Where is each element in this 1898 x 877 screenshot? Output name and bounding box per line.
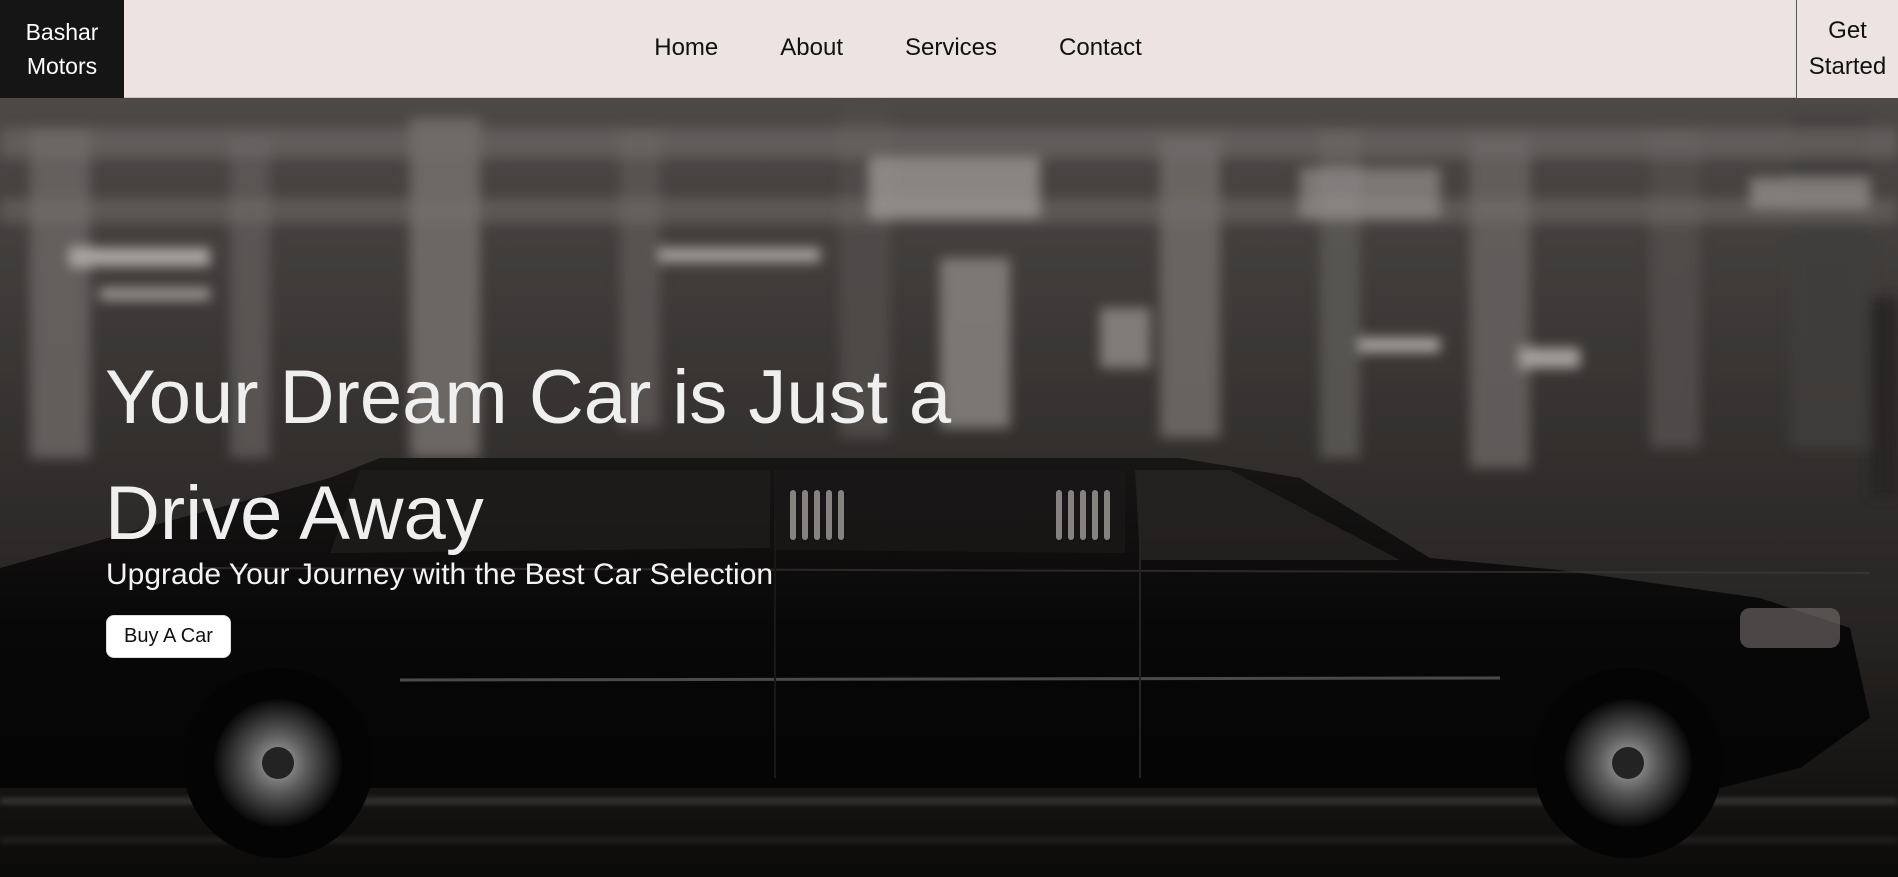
nav-link-services[interactable]: Services — [905, 34, 997, 62]
brand-logo[interactable]: Bashar Motors — [0, 0, 124, 98]
nav-link-home[interactable]: Home — [654, 34, 718, 62]
get-started-button[interactable]: Get Started — [1796, 0, 1898, 98]
hero-section: Your Dream Car is Just a Drive Away Upgr… — [0, 98, 1898, 877]
get-started-label-line1: Get — [1828, 17, 1867, 44]
nav-link-contact[interactable]: Contact — [1059, 34, 1142, 62]
buy-a-car-button[interactable]: Buy A Car — [106, 615, 231, 658]
hero-title: Your Dream Car is Just a Drive Away — [105, 340, 1005, 572]
brand-name-line1: Bashar — [25, 19, 99, 45]
nav-link-about[interactable]: About — [780, 34, 843, 62]
get-started-label-line2: Started — [1808, 53, 1887, 80]
hero-title-line2: Drive Away — [105, 471, 484, 556]
hero-title-line1: Your Dream Car is Just a — [105, 355, 952, 440]
site-header: Bashar Motors Home About Services Contac… — [0, 0, 1898, 98]
brand-name-line2: Motors — [26, 53, 98, 79]
hero-subtitle: Upgrade Your Journey with the Best Car S… — [106, 558, 774, 591]
main-nav: Home About Services Contact — [0, 0, 1898, 96]
